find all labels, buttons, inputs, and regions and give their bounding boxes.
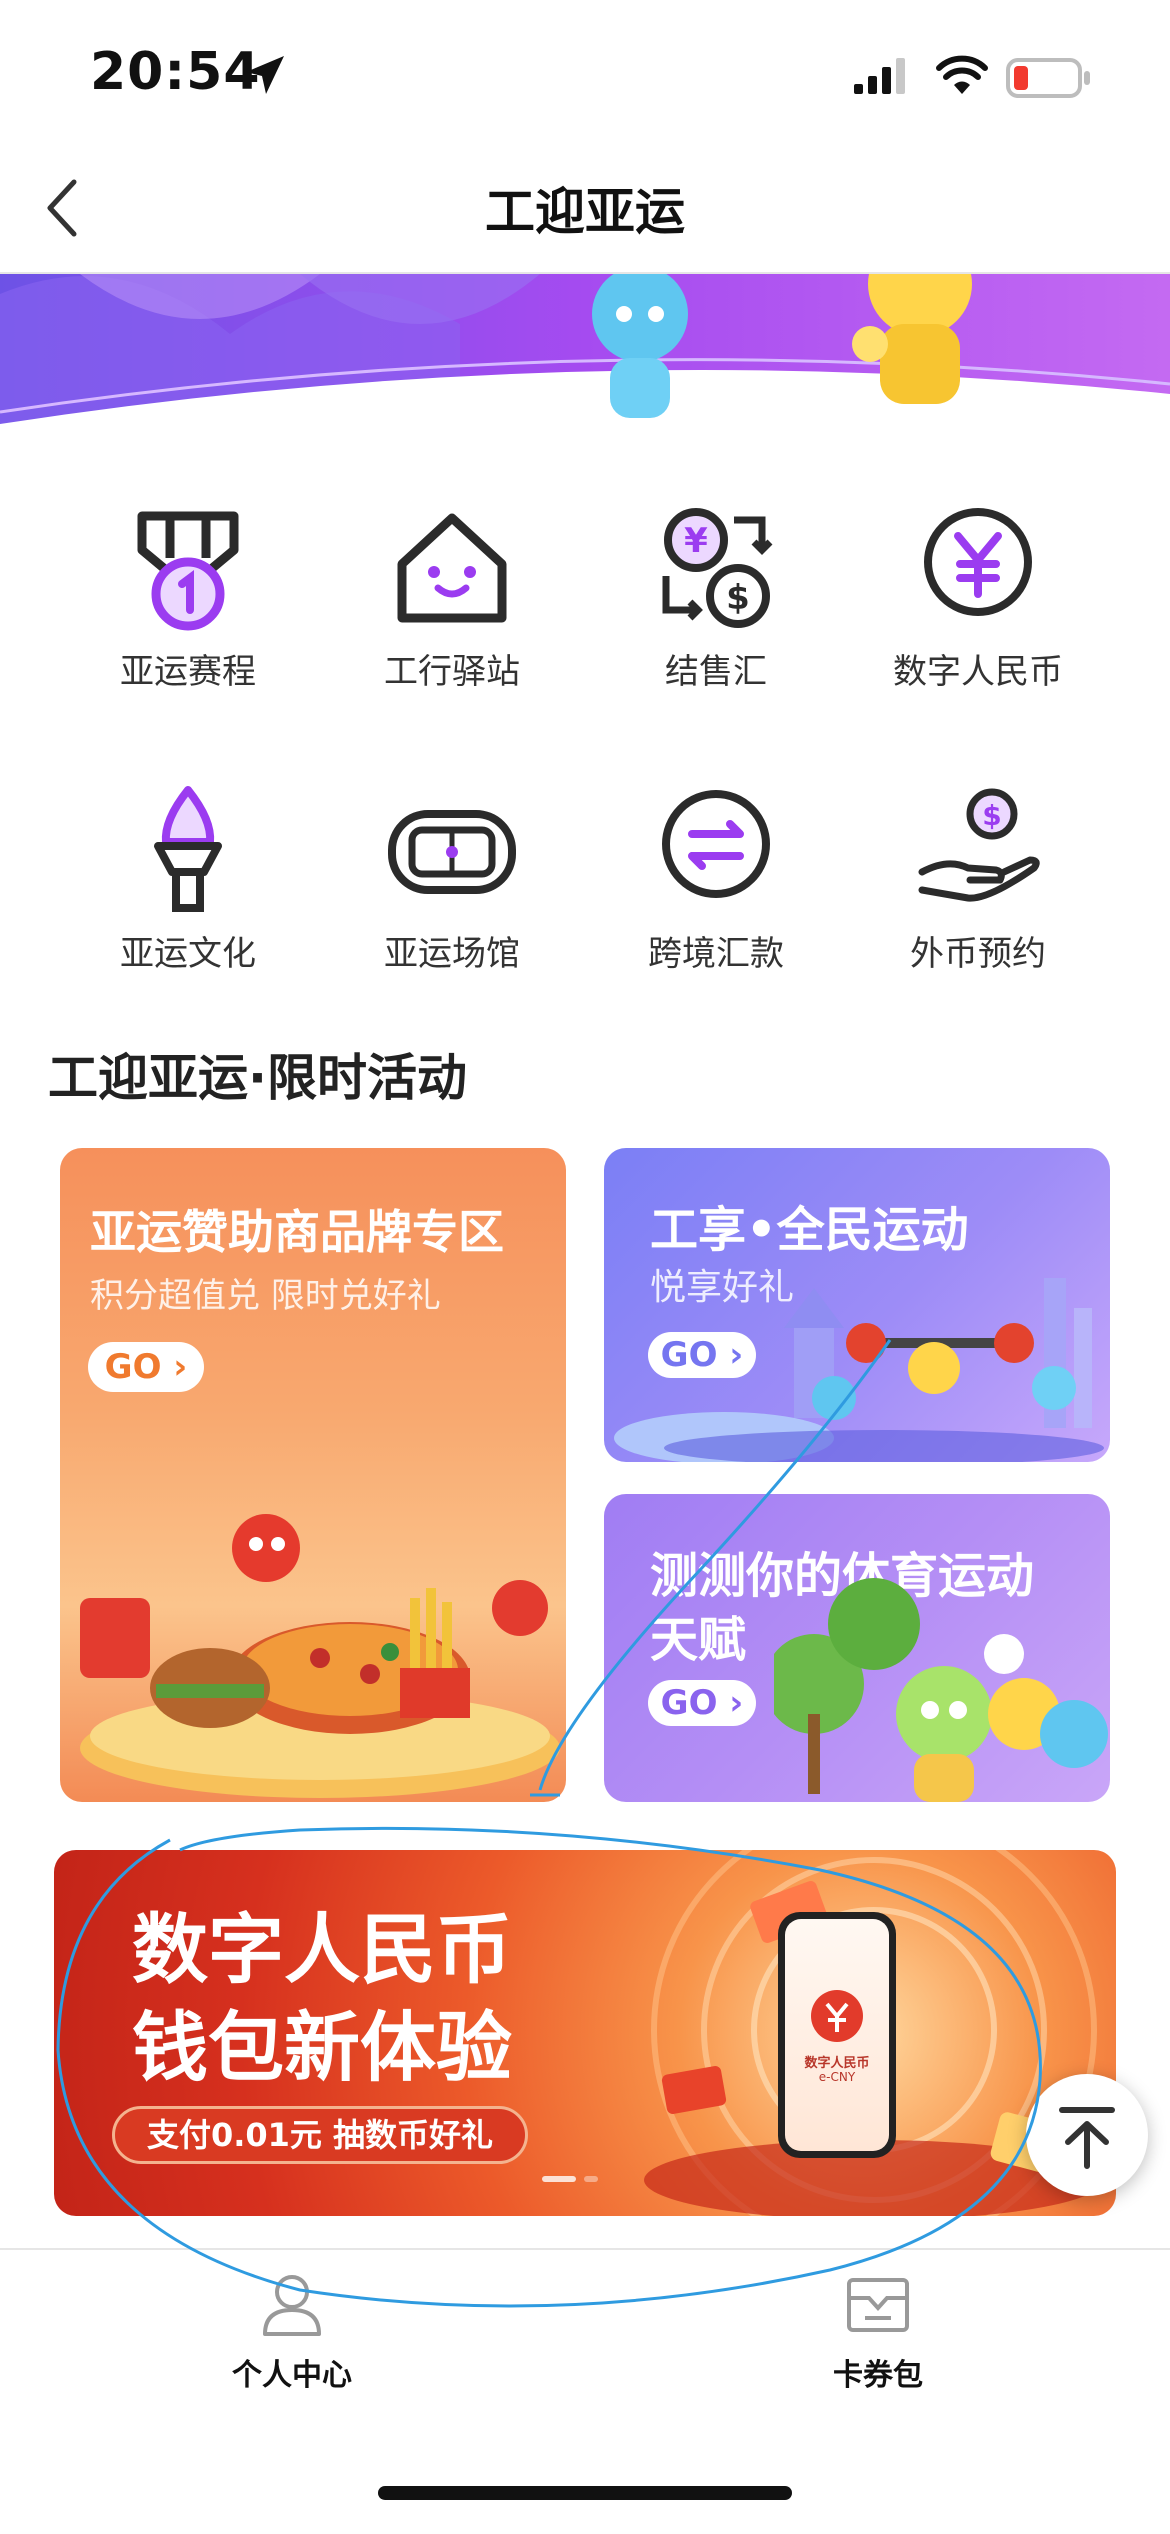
medal-icon (137, 511, 239, 631)
wifi-icon (936, 55, 988, 94)
svg-text:$: $ (726, 578, 750, 618)
tab-label: 个人中心 (232, 2358, 352, 2393)
battery-icon (1006, 58, 1090, 98)
carousel-dot-active (542, 2176, 576, 2182)
tab-personal-center[interactable]: 个人中心 (192, 2270, 392, 2394)
card-sports-talent-quiz[interactable]: 测测你的体育运动 天赋 GO › (604, 1494, 1110, 1802)
go-button[interactable]: GO › (88, 1342, 204, 1392)
mascots-illustration (774, 1578, 1108, 1802)
banner-title-line1: 数字人民币 (132, 1905, 512, 1994)
ecny-logo-icon (811, 1990, 863, 2042)
carousel-dot (584, 2176, 598, 2182)
coupon-icon (847, 2278, 909, 2332)
grid-item-venue[interactable]: 亚运场馆 (320, 780, 584, 1000)
grid-item-fx-booking[interactable]: $ 外币预约 (846, 780, 1110, 1000)
card-title-line2: 天赋 (650, 1612, 747, 1668)
card-sports-for-all[interactable]: 工享•全民运动 悦享好礼 GO › (604, 1148, 1110, 1462)
banner-title-line2: 钱包新体验 (132, 2003, 512, 2092)
card-title: 亚运赞助商品牌专区 (90, 1205, 504, 1259)
grid-label: 工行驿站 (384, 652, 520, 692)
currency-exchange-icon: ¥ $ (662, 508, 773, 628)
page-title: 工迎亚运 (485, 183, 685, 241)
cellular-signal-icon (854, 58, 905, 94)
transfer-arrows-icon (662, 790, 770, 898)
svg-text:$: $ (982, 799, 1001, 832)
grid-label: 亚运场馆 (384, 934, 520, 974)
stadium-icon (388, 810, 516, 894)
food-illustration (80, 1514, 560, 1798)
asian-games-banner[interactable] (0, 274, 1170, 470)
phone-ecny-label: 数字人民币 (804, 2056, 870, 2071)
house-icon (397, 513, 507, 623)
grid-label: 跨境汇款 (648, 934, 784, 974)
grid-item-schedule[interactable]: 亚运赛程 (56, 498, 320, 718)
ecny-wallet-banner[interactable]: 数字人民币 e-CNY 数字人民币 钱包新体验 支付0.01元 抽数币好礼 (54, 1850, 1116, 2216)
card-subtitle: 积分超值兑 限时兑好礼 (90, 1276, 441, 1316)
location-arrow-icon (246, 56, 284, 94)
yuan-coin-icon (924, 508, 1032, 616)
grid-item-station[interactable]: 工行驿站 (320, 498, 584, 718)
grid-label: 亚运文化 (120, 934, 256, 974)
grid-label: 结售汇 (665, 652, 767, 692)
status-time: 20:54 (90, 42, 261, 102)
grid-item-fx[interactable]: ¥ $ 结售汇 (584, 498, 848, 718)
card-sponsor-zone[interactable]: 亚运赞助商品牌专区 积分超值兑 限时兑好礼 GO › (60, 1148, 566, 1802)
grid-label: 数字人民币 (893, 652, 1063, 692)
person-icon (263, 2275, 321, 2336)
grid-label: 亚运赛程 (120, 652, 256, 692)
hand-coin-icon: $ (918, 788, 1040, 902)
tab-coupon-wallet[interactable]: 卡券包 (778, 2270, 978, 2394)
scroll-to-top-button[interactable] (1026, 2074, 1148, 2196)
grid-item-culture[interactable]: 亚运文化 (56, 780, 320, 1000)
phone-ecny-sublabel: e-CNY (818, 2070, 856, 2084)
grid-item-remit[interactable]: 跨境汇款 (584, 780, 848, 1000)
arrow-up-icon (1059, 2107, 1115, 2169)
home-indicator (378, 2486, 792, 2500)
card-title: 工享•全民运动 (650, 1202, 969, 1258)
go-button[interactable]: GO › (648, 1680, 756, 1726)
tab-label: 卡券包 (833, 2358, 923, 2393)
section-title: 工迎亚运·限时活动 (48, 1049, 467, 1107)
torch-icon (154, 786, 222, 912)
grid-item-ecny[interactable]: 数字人民币 (846, 498, 1110, 718)
athletes-illustration (614, 1278, 1104, 1462)
svg-text:¥: ¥ (684, 521, 708, 561)
banner-promo-pill: 支付0.01元 抽数币好礼 (112, 2106, 528, 2164)
grid-label: 外币预约 (910, 934, 1046, 974)
phone-illustration: 数字人民币 e-CNY (778, 1912, 896, 2158)
